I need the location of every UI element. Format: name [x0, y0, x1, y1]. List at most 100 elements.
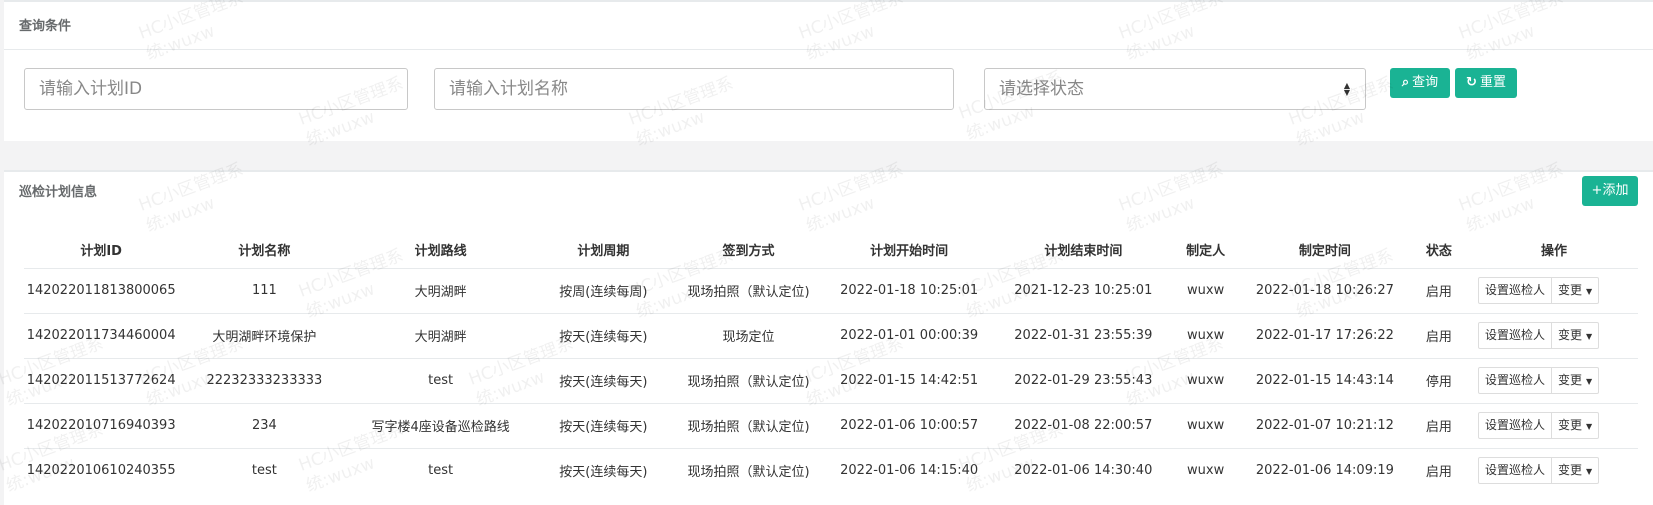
set-patrol-button[interactable]: 设置巡检人 — [1477, 457, 1552, 485]
cell-period: 按周(连续每周) — [530, 267, 676, 313]
set-patrol-button[interactable]: 设置巡检人 — [1477, 367, 1552, 394]
change-dropdown-button[interactable]: 变更 ▼ — [1551, 412, 1600, 439]
cell-period: 按天(连续每天) — [530, 402, 676, 448]
cell-plan-name: 234 — [178, 402, 351, 448]
query-panel: 查询条件 请输入计划ID 请输入计划名称 请选择状态 ▲ ▼ ⌕ 查询 ↻ 重置 — [4, 0, 1653, 141]
table-row: 142022010716940393 234 写字楼4座设备巡检路线 按天(连续… — [24, 402, 1638, 448]
cell-made: 2022-01-18 10:26:27 — [1241, 267, 1408, 313]
col-header: 制定时间 — [1298, 244, 1351, 260]
cell-state: 停用 — [1407, 357, 1470, 403]
cell-route: test — [350, 447, 531, 493]
cell-actions: 设置巡检人 变更 ▼ — [1469, 357, 1638, 403]
plan-table: 计划ID 计划名称 计划路线 计划周期 签到方式 计划开始时间 计划结束时间 制… — [24, 232, 1638, 493]
cell-maker: wuxw — [1169, 357, 1242, 403]
table-header-row: 计划ID 计划名称 计划路线 计划周期 签到方式 计划开始时间 计划结束时间 制… — [24, 232, 1638, 268]
cell-actions: 设置巡检人 变更 ▼ — [1469, 447, 1638, 493]
cell-end: 2022-01-06 14:30:40 — [997, 447, 1170, 493]
reset-button-label: 重置 — [1479, 75, 1506, 90]
cell-period: 按天(连续每天) — [530, 447, 676, 493]
set-patrol-button[interactable]: 设置巡检人 — [1477, 322, 1552, 349]
cell-end: 2022-01-29 23:55:43 — [997, 357, 1170, 403]
col-header: 状态 — [1425, 244, 1452, 260]
col-header: 计划开始时间 — [870, 244, 949, 260]
change-dropdown-button[interactable]: 变更 ▼ — [1551, 457, 1600, 485]
plan-list-panel: 巡检计划信息 +添加 计划ID 计划名称 计划路线 计划周期 签到方式 计划开始… — [4, 170, 1653, 505]
cell-maker: wuxw — [1169, 447, 1242, 493]
state-select-value: 请选择状态 — [999, 79, 1084, 99]
change-label: 变更 — [1557, 418, 1582, 432]
cell-plan-id: 142022011513772624 — [24, 357, 179, 403]
caret-down-icon: ▼ — [1586, 332, 1593, 341]
cell-sign: 现场定位 — [675, 312, 822, 358]
set-patrol-button[interactable]: 设置巡检人 — [1477, 277, 1552, 304]
cell-sign: 现场拍照（默认定位) — [675, 357, 822, 403]
cell-start: 2022-01-18 10:25:01 — [821, 267, 998, 313]
cell-state: 启用 — [1407, 267, 1470, 313]
caret-down-icon: ▼ — [1586, 287, 1593, 296]
table-row: 142022011734460004 大明湖畔环境保护 大明湖畔 按天(连续每天… — [24, 312, 1638, 358]
query-button-label: 查询 — [1412, 75, 1439, 90]
change-dropdown-button[interactable]: 变更 ▼ — [1551, 367, 1600, 394]
add-button[interactable]: +添加 — [1582, 176, 1638, 206]
change-label: 变更 — [1557, 328, 1582, 342]
col-header: 制定人 — [1186, 244, 1226, 260]
query-button[interactable]: ⌕ 查询 — [1390, 68, 1450, 98]
set-patrol-button[interactable]: 设置巡检人 — [1477, 412, 1552, 439]
cell-made: 2022-01-07 10:21:12 — [1241, 402, 1408, 448]
cell-plan-name: 22232333233333 — [178, 357, 351, 403]
cell-made: 2022-01-17 17:26:22 — [1241, 312, 1408, 358]
cell-route: test — [350, 357, 531, 403]
cell-maker: wuxw — [1169, 402, 1242, 448]
cell-maker: wuxw — [1169, 267, 1242, 313]
plan-list-title: 巡检计划信息 — [19, 185, 98, 200]
cell-state: 启用 — [1407, 402, 1470, 448]
cell-made: 2022-01-15 14:43:14 — [1241, 357, 1408, 403]
caret-down-icon: ▼ — [1586, 422, 1593, 431]
cell-start: 2022-01-06 14:15:40 — [821, 447, 998, 493]
cell-end: 2022-01-31 23:55:39 — [997, 312, 1170, 358]
cell-end: 2021-12-23 10:25:01 — [997, 267, 1170, 313]
cell-made: 2022-01-06 14:09:19 — [1241, 447, 1408, 493]
cell-plan-id: 142022010610240355 — [24, 447, 179, 493]
caret-down-icon: ▼ — [1586, 467, 1593, 477]
table-row: 142022011513772624 22232333233333 test 按… — [24, 357, 1638, 403]
cell-actions: 设置巡检人 变更 ▼ — [1469, 312, 1638, 358]
state-select[interactable]: 请选择状态 ▲ ▼ — [984, 68, 1366, 110]
col-header: 计划周期 — [577, 244, 630, 260]
query-panel-title: 查询条件 — [4, 2, 1653, 50]
cell-period: 按天(连续每天) — [530, 357, 676, 403]
change-dropdown-button[interactable]: 变更 ▼ — [1551, 277, 1600, 304]
cell-plan-name: 大明湖畔环境保护 — [178, 312, 351, 358]
cell-route: 大明湖畔 — [350, 312, 531, 358]
cell-actions: 设置巡检人 变更 ▼ — [1469, 402, 1638, 448]
table-row: 142022010610240355 test test 按天(连续每天) 现场… — [24, 447, 1638, 493]
plan-id-input[interactable]: 请输入计划ID — [24, 68, 408, 110]
search-icon: ⌕ — [1401, 75, 1410, 90]
cell-plan-id: 142022011734460004 — [24, 312, 179, 358]
cell-route: 大明湖畔 — [350, 267, 531, 313]
cell-end: 2022-01-08 22:00:57 — [997, 402, 1170, 448]
reset-button[interactable]: ↻ 重置 — [1455, 68, 1517, 98]
select-arrows-icon: ▲ ▼ — [1343, 81, 1351, 97]
change-label: 变更 — [1557, 373, 1582, 387]
cell-maker: wuxw — [1169, 312, 1242, 358]
col-header: 计划名称 — [238, 244, 291, 260]
cell-sign: 现场拍照（默认定位) — [675, 402, 822, 448]
cell-start: 2022-01-06 10:00:57 — [821, 402, 998, 448]
caret-down-icon: ▼ — [1586, 377, 1593, 386]
cell-plan-id: 142022011813800065 — [24, 267, 179, 313]
table-row: 142022011813800065 111 大明湖畔 按周(连续每周) 现场拍… — [24, 267, 1638, 313]
cell-route: 写字楼4座设备巡检路线 — [350, 402, 531, 448]
cell-sign: 现场拍照（默认定位) — [675, 267, 822, 313]
change-dropdown-button[interactable]: 变更 ▼ — [1551, 322, 1600, 349]
col-header: 计划路线 — [414, 244, 467, 260]
cell-start: 2022-01-01 00:00:39 — [821, 312, 998, 358]
col-header: 计划ID — [80, 244, 122, 260]
refresh-icon: ↻ — [1466, 75, 1477, 90]
cell-start: 2022-01-15 14:42:51 — [821, 357, 998, 403]
cell-state: 启用 — [1407, 447, 1470, 493]
cell-plan-id: 142022010716940393 — [24, 402, 179, 448]
cell-plan-name: test — [178, 447, 351, 493]
plan-name-input[interactable]: 请输入计划名称 — [434, 68, 954, 110]
cell-actions: 设置巡检人 变更 ▼ — [1469, 267, 1638, 313]
